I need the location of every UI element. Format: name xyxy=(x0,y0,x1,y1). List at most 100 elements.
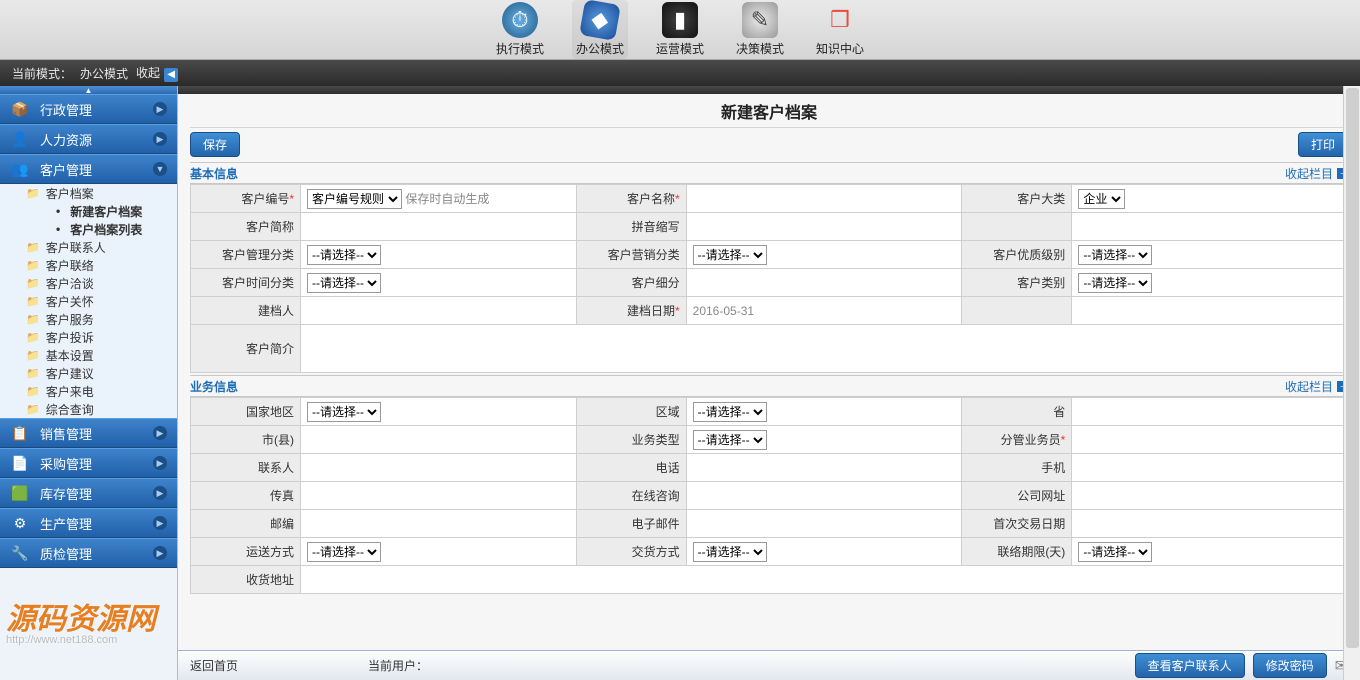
nav-customer[interactable]: 👥客户管理▼ xyxy=(0,154,177,184)
nav-hr[interactable]: 👤人力资源▶ xyxy=(0,124,177,154)
current-user-label: 当前用户： xyxy=(368,657,428,674)
subtree-基本设置[interactable]: 基本设置 xyxy=(0,346,177,364)
home-link[interactable]: 返回首页 xyxy=(190,657,238,674)
select-业务类型[interactable]: --请选择-- xyxy=(693,430,767,450)
subtree-客户关怀[interactable]: 客户关怀 xyxy=(0,292,177,310)
subtree-客户档案[interactable]: 客户档案 xyxy=(0,184,177,202)
label-区域: 区域 xyxy=(576,398,686,426)
print-button[interactable]: 打印 xyxy=(1298,132,1348,157)
field-联系人[interactable] xyxy=(301,454,577,482)
view-contacts-button[interactable]: 查看客户联系人 xyxy=(1135,653,1245,678)
select-客户管理分类[interactable]: --请选择-- xyxy=(307,245,381,265)
chevron-left-icon: ◀ xyxy=(164,68,178,82)
mode-exec[interactable]: ⏱执行模式 xyxy=(492,0,548,59)
field-手机[interactable] xyxy=(1072,454,1348,482)
field-在线咨询[interactable] xyxy=(686,482,962,510)
field-区域[interactable]: --请选择-- xyxy=(686,398,962,426)
label-省: 省 xyxy=(962,398,1072,426)
field-客户简称[interactable] xyxy=(301,213,577,241)
mode-ops[interactable]: ▮运营模式 xyxy=(652,0,708,59)
nav-production[interactable]: ⚙生产管理▶ xyxy=(0,508,177,538)
field-建档人[interactable] xyxy=(301,297,577,325)
field-客户管理分类[interactable]: --请选择-- xyxy=(301,241,577,269)
select-区域[interactable]: --请选择-- xyxy=(693,402,767,422)
field-邮编[interactable] xyxy=(301,510,577,538)
field-建档日期[interactable]: 2016-05-31 xyxy=(686,297,962,325)
select-客户优质级别[interactable]: --请选择-- xyxy=(1078,245,1152,265)
biz-form-table: 国家地区--请选择--区域--请选择--省市(县)业务类型--请选择--分管业务… xyxy=(190,397,1348,594)
field-客户优质级别[interactable]: --请选择-- xyxy=(1072,241,1348,269)
subtree-客户建议[interactable]: 客户建议 xyxy=(0,364,177,382)
select-联络期限(天)[interactable]: --请选择-- xyxy=(1078,542,1152,562)
select-交货方式[interactable]: --请选择-- xyxy=(693,542,767,562)
subtree-客户服务[interactable]: 客户服务 xyxy=(0,310,177,328)
doc-icon: 📄 xyxy=(10,453,30,473)
sidebar-scroll-up[interactable] xyxy=(0,86,177,94)
field-empty[interactable] xyxy=(1072,297,1348,325)
sec-biz-title: 业务信息 xyxy=(190,378,238,395)
nav-inventory[interactable]: 🟩库存管理▶ xyxy=(0,478,177,508)
field-拼音缩写[interactable] xyxy=(686,213,962,241)
field-客户类别[interactable]: --请选择-- xyxy=(1072,269,1348,297)
status-bar: 返回首页 当前用户： 查看客户联系人 修改密码 ✉ xyxy=(178,650,1360,680)
field-电子邮件[interactable] xyxy=(686,510,962,538)
field-客户名称[interactable] xyxy=(686,185,962,213)
field-运送方式[interactable]: --请选择-- xyxy=(301,538,577,566)
select-客户时间分类[interactable]: --请选择-- xyxy=(307,273,381,293)
save-button[interactable]: 保存 xyxy=(190,132,240,157)
sidebar-collapse[interactable]: 收起◀ xyxy=(136,64,178,82)
mode-decision[interactable]: ✎决策模式 xyxy=(732,0,788,59)
subtree-综合查询[interactable]: 综合查询 xyxy=(0,400,177,418)
nav-admin[interactable]: 📦行政管理▶ xyxy=(0,94,177,124)
select-客户类别[interactable]: --请选择-- xyxy=(1078,273,1152,293)
sidebar: 📦行政管理▶ 👤人力资源▶ 👥客户管理▼ 客户档案新建客户档案客户档案列表客户联… xyxy=(0,86,178,680)
field-交货方式[interactable]: --请选择-- xyxy=(686,538,962,566)
select-运送方式[interactable]: --请选择-- xyxy=(307,542,381,562)
mode-office[interactable]: ◆办公模式 xyxy=(572,0,628,59)
label-客户简称: 客户简称 xyxy=(191,213,301,241)
field-业务类型[interactable]: --请选择-- xyxy=(686,426,962,454)
field-客户简介[interactable] xyxy=(301,325,1348,373)
select-客户大类[interactable]: 企业 xyxy=(1078,189,1125,209)
nav-qc[interactable]: 🔧质检管理▶ xyxy=(0,538,177,568)
label-首次交易日期: 首次交易日期 xyxy=(962,510,1072,538)
field-客户大类[interactable]: 企业 xyxy=(1072,185,1348,213)
mode-knowledge[interactable]: ❒知识中心 xyxy=(812,0,868,59)
field-客户编号[interactable]: 客户编号规则 保存时自动生成 xyxy=(301,185,577,213)
field-客户时间分类[interactable]: --请选择-- xyxy=(301,269,577,297)
field-电话[interactable] xyxy=(686,454,962,482)
field-分管业务员[interactable] xyxy=(1072,426,1348,454)
label-客户大类: 客户大类 xyxy=(962,185,1072,213)
field-客户细分[interactable] xyxy=(686,269,962,297)
field-省[interactable] xyxy=(1072,398,1348,426)
field-传真[interactable] xyxy=(301,482,577,510)
field-联络期限(天)[interactable]: --请选择-- xyxy=(1072,538,1348,566)
select-客户营销分类[interactable]: --请选择-- xyxy=(693,245,767,265)
field-公司网址[interactable] xyxy=(1072,482,1348,510)
field-国家地区[interactable]: --请选择-- xyxy=(301,398,577,426)
subtree-客户来电[interactable]: 客户来电 xyxy=(0,382,177,400)
subtree-客户联系人[interactable]: 客户联系人 xyxy=(0,238,177,256)
subtree-客户联络[interactable]: 客户联络 xyxy=(0,256,177,274)
subtree-客户档案列表[interactable]: 客户档案列表 xyxy=(0,220,177,238)
sec-basic-collapse[interactable]: 收起栏目− xyxy=(1285,165,1348,182)
nav-purchase[interactable]: 📄采购管理▶ xyxy=(0,448,177,478)
subtree-新建客户档案[interactable]: 新建客户档案 xyxy=(0,202,177,220)
subtree-客户投诉[interactable]: 客户投诉 xyxy=(0,328,177,346)
label-联系人: 联系人 xyxy=(191,454,301,482)
sec-biz-collapse[interactable]: 收起栏目− xyxy=(1285,378,1348,395)
select-客户编号[interactable]: 客户编号规则 xyxy=(307,189,402,209)
field-市(县)[interactable] xyxy=(301,426,577,454)
label-邮编: 邮编 xyxy=(191,510,301,538)
field-首次交易日期[interactable] xyxy=(1072,510,1348,538)
window-scrollbar[interactable] xyxy=(1343,86,1360,680)
field-empty[interactable] xyxy=(1072,213,1348,241)
field-客户营销分类[interactable]: --请选择-- xyxy=(686,241,962,269)
change-password-button[interactable]: 修改密码 xyxy=(1253,653,1327,678)
field-收货地址[interactable] xyxy=(301,566,1348,594)
chevron-right-icon: ▶ xyxy=(153,486,167,500)
select-国家地区[interactable]: --请选择-- xyxy=(307,402,381,422)
subtree-客户洽谈[interactable]: 客户洽谈 xyxy=(0,274,177,292)
content: 新建客户档案 保存 打印 基本信息 收起栏目− 客户编号*客户编号规则 保存时自… xyxy=(178,94,1360,650)
nav-sales[interactable]: 📋销售管理▶ xyxy=(0,418,177,448)
